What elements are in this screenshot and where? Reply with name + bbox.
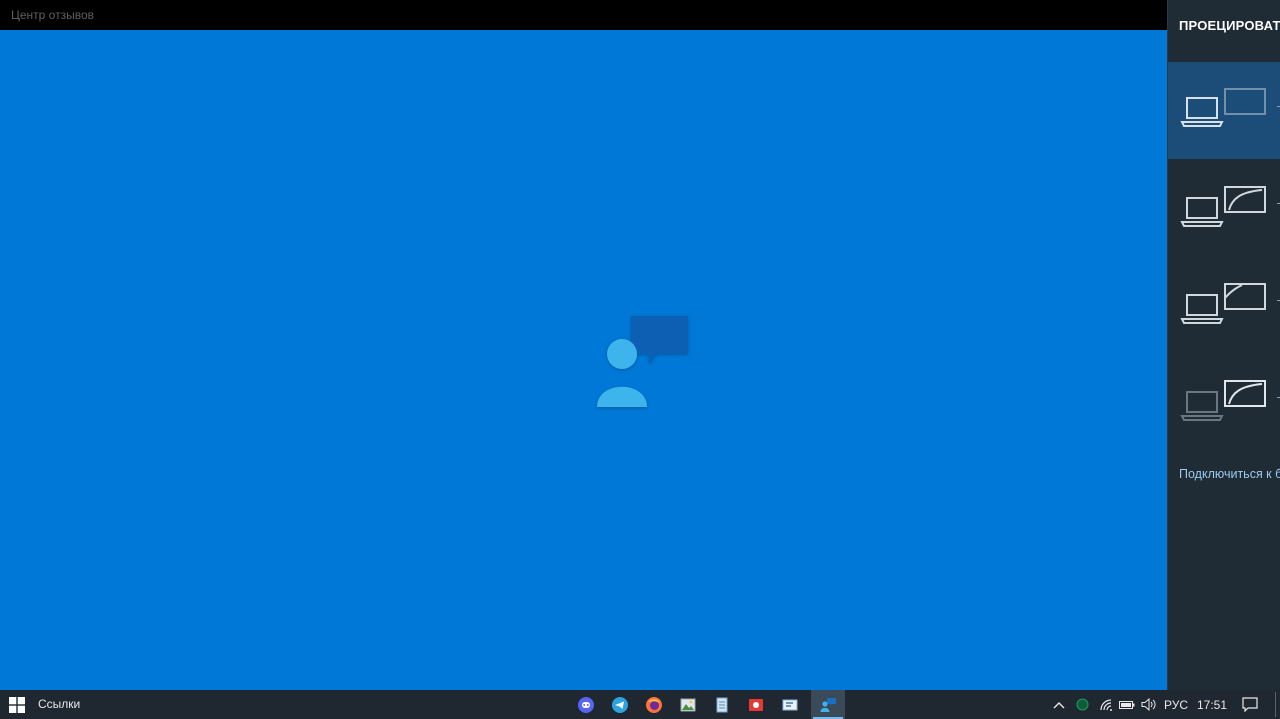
show-desktop-button[interactable] xyxy=(1275,692,1276,717)
taskbar-app-firefox[interactable] xyxy=(637,690,671,719)
taskbar-app-telegram[interactable] xyxy=(603,690,637,719)
text-editor-icon xyxy=(782,699,798,710)
notification-icon xyxy=(1242,697,1258,712)
extend-icon xyxy=(1180,283,1266,324)
connect-wireless-display-link[interactable]: Подключиться к беспроводному дисплею xyxy=(1179,467,1280,481)
telegram-icon xyxy=(612,696,628,713)
tray-overflow-chevron-icon[interactable] xyxy=(1048,690,1070,719)
second-screen-only-icon xyxy=(1180,380,1266,421)
feedback-hub-person-icon xyxy=(597,316,688,407)
app-splash-area xyxy=(0,30,1167,690)
window-title-bar[interactable]: Центр отзывов xyxy=(0,0,1167,30)
project-option-extend[interactable] xyxy=(1168,256,1280,353)
taskbar-app-feedback-hub[interactable] xyxy=(811,690,845,719)
input-language-indicator[interactable]: РУС xyxy=(1162,690,1190,719)
taskbar-app-text-editor[interactable] xyxy=(773,690,807,719)
battery-icon[interactable] xyxy=(1117,690,1137,719)
notepad-icon xyxy=(716,697,728,712)
firefox-icon xyxy=(646,696,662,713)
clock[interactable]: 17:51 xyxy=(1196,690,1228,719)
screen-recorder-icon xyxy=(749,698,763,711)
project-panel: ПРОЕЦИРОВАТЬ Подключиться к xyxy=(1167,0,1280,690)
discord-icon xyxy=(578,696,594,713)
duplicate-icon xyxy=(1180,186,1266,227)
start-button[interactable] xyxy=(0,690,34,719)
project-panel-title: ПРОЕЦИРОВАТЬ xyxy=(1179,18,1280,33)
taskbar-app-screen-recorder[interactable] xyxy=(739,690,773,719)
project-option-duplicate[interactable] xyxy=(1168,159,1280,256)
tray-status-icon[interactable] xyxy=(1072,690,1092,719)
action-center-button[interactable] xyxy=(1234,690,1266,719)
windows-logo-icon xyxy=(9,696,25,713)
project-option-pc-screen-only[interactable] xyxy=(1168,62,1280,159)
taskbar-app-notepad[interactable] xyxy=(705,690,739,719)
photo-viewer-icon xyxy=(680,698,696,711)
pc-screen-only-icon xyxy=(1180,88,1266,127)
taskbar-app-discord[interactable] xyxy=(569,690,603,719)
volume-icon[interactable] xyxy=(1139,690,1159,719)
wifi-icon[interactable] xyxy=(1096,690,1116,719)
taskbar-app-photo-viewer[interactable] xyxy=(671,690,705,719)
links-toolbar[interactable]: Ссылки xyxy=(38,690,80,719)
window-title: Центр отзывов xyxy=(11,8,95,22)
feedback-hub-icon xyxy=(820,697,836,712)
project-option-second-screen-only[interactable] xyxy=(1168,353,1280,450)
taskbar: Ссылки РУС 17:51 xyxy=(0,690,1280,719)
